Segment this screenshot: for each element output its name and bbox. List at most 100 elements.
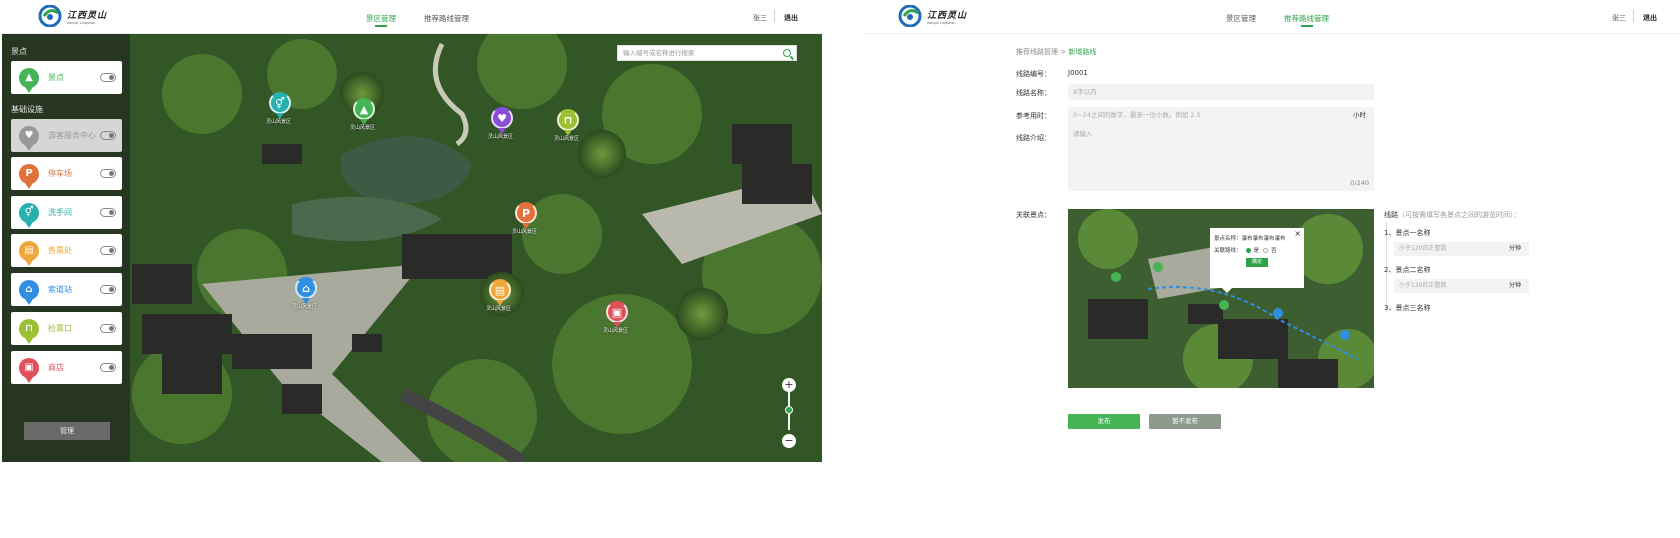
radio-yes[interactable]	[1245, 247, 1251, 253]
intro-placeholder: 请输入	[1073, 130, 1093, 138]
popup-name-value: 瀑布瀑布瀑布瀑布	[1241, 236, 1286, 242]
route-title-hint: （可按需填写各景点之间的游览时间）：	[1398, 211, 1521, 219]
route-spot-1: 1、景点一名称	[1384, 229, 1431, 237]
layer-toggle[interactable]	[100, 208, 116, 217]
map-pin-cableway[interactable]: ⌂	[295, 277, 317, 304]
ticket-office-icon: ▤	[19, 240, 39, 266]
layer-toggle[interactable]	[100, 285, 116, 294]
pin-label: 灵山风景区	[512, 229, 538, 235]
scenic-management-screen: 江西灵山 Jiangxi Lingshan 景区管理 推荐路线管理 张三 退出	[0, 0, 822, 462]
map-pin-ticket-office[interactable]: ▤	[489, 279, 511, 306]
brand-logo: 江西灵山 Jiangxi Lingshan	[898, 5, 967, 27]
main-nav: 景区管理 推荐路线管理	[366, 13, 497, 27]
layer-label: 景点	[48, 73, 64, 82]
layer-label: 检票口	[48, 324, 72, 333]
brand-logo: 江西灵山 Jiangxi Lingshan	[38, 5, 107, 27]
layer-item-parking[interactable]: P 停车场	[11, 157, 122, 190]
layer-toggle[interactable]	[100, 246, 116, 255]
radio-no-label: 否	[1271, 248, 1277, 254]
logo-icon	[38, 5, 62, 27]
top-bar: 江西灵山 Jiangxi Lingshan 景区管理 推荐路线管理 张三 退出	[862, 0, 1680, 34]
segment-time-placeholder: 小于120的正整数	[1399, 282, 1447, 289]
pin-label: 灵山风景区	[603, 328, 629, 334]
popup-close-icon[interactable]: ×	[1294, 229, 1301, 238]
parking-icon: P	[19, 163, 39, 189]
layer-label: 商店	[48, 363, 64, 372]
logout-button[interactable]: 退出	[784, 13, 798, 23]
layer-toggle[interactable]	[100, 73, 116, 82]
layer-toggle[interactable]	[100, 169, 116, 178]
zoom-in-button[interactable]: +	[782, 378, 796, 392]
breadcrumb: 推荐线路管理 > 新增路线	[1016, 47, 1096, 57]
map-pin-ticket-gate[interactable]: ⊓	[557, 109, 579, 136]
pin-label: 灵山风景区	[292, 304, 318, 310]
route-create-screen: 江西灵山 Jiangxi Lingshan 景区管理 推荐路线管理 张三 退出 …	[862, 0, 1680, 462]
scenic-map[interactable]: 景点 ▲ 景点 基础设施 ♥ 游客服务中心 P 停车场 ⚥ 洗手间 ▤ 售票处 …	[2, 34, 822, 462]
route-spot-2: 2、景点二名称	[1384, 266, 1431, 274]
popup-spot-name-row: 景点名称： 瀑布瀑布瀑布瀑布	[1214, 234, 1300, 242]
map-pin-restroom[interactable]: ⚥	[269, 92, 291, 119]
route-name-placeholder: 8字以内	[1073, 88, 1097, 96]
layer-item-ticket-gate[interactable]: ⊓ 检票口	[11, 312, 122, 345]
layer-label: 索道站	[48, 285, 72, 294]
layer-item-visitor-center[interactable]: ♥ 游客服务中心	[11, 119, 122, 152]
manage-button[interactable]: 管理	[24, 422, 110, 440]
logo-icon	[898, 5, 922, 27]
map-pin-shop[interactable]: ▣	[606, 301, 628, 328]
layer-label: 洗手间	[48, 208, 72, 217]
segment-time-unit: 分钟	[1508, 245, 1521, 252]
related-spots-map[interactable]: × 景点名称： 瀑布瀑布瀑布瀑布 关联路线： 是 否 确定	[1068, 209, 1374, 388]
duration-input[interactable]: 0~24之间的数字，最多一位小数。例如 2.5 小时	[1068, 107, 1374, 123]
layer-sidebar: 景点 ▲ 景点 基础设施 ♥ 游客服务中心 P 停车场 ⚥ 洗手间 ▤ 售票处 …	[2, 34, 130, 462]
duration-placeholder: 0~24之间的数字，最多一位小数。例如 2.5	[1073, 111, 1201, 119]
layer-item-cableway[interactable]: ⌂ 索道站	[11, 273, 122, 306]
zoom-out-button[interactable]: −	[782, 434, 796, 448]
segment-time-input-1[interactable]: 小于120的正整数 分钟	[1394, 242, 1529, 256]
popup-name-label: 景点名称：	[1214, 236, 1242, 242]
top-bar: 江西灵山 Jiangxi Lingshan 景区管理 推荐路线管理 张三 退出	[0, 0, 822, 34]
intro-label: 线路介绍：	[1016, 134, 1051, 142]
section-facility-title: 基础设施	[11, 105, 43, 114]
layer-item-shop[interactable]: ▣ 商店	[11, 351, 122, 384]
do-not-publish-button[interactable]: 暂不发布	[1149, 414, 1221, 429]
layer-label: 售票处	[48, 246, 72, 255]
zoom-control: + −	[782, 378, 796, 448]
pin-label: 灵山风景区	[554, 136, 580, 142]
brand-name: 江西灵山	[927, 10, 968, 21]
nav-route-management[interactable]: 推荐路线管理	[1284, 13, 1329, 27]
map-pin-parking[interactable]: P	[515, 202, 537, 229]
layer-item-scenic[interactable]: ▲ 景点	[11, 61, 122, 94]
pin-label: 灵山风景区	[266, 119, 292, 125]
route-name-label: 线路名称：	[1016, 89, 1051, 97]
popup-confirm-button[interactable]: 确定	[1246, 258, 1268, 267]
nav-scenic-management[interactable]: 景区管理	[1226, 13, 1256, 24]
map-search-input[interactable]: 输入编号或名称进行搜索	[617, 45, 797, 61]
intro-textarea[interactable]: 请输入 0/240	[1068, 123, 1374, 191]
search-icon[interactable]	[783, 49, 791, 57]
layer-toggle[interactable]	[100, 131, 116, 140]
layer-item-ticket-office[interactable]: ▤ 售票处	[11, 234, 122, 267]
segment-time-placeholder: 小于120的正整数	[1399, 245, 1447, 252]
duration-unit: 小时	[1353, 111, 1366, 119]
related-spots-label: 关联景点：	[1016, 211, 1051, 219]
publish-button[interactable]: 发布	[1068, 414, 1140, 429]
nav-scenic-management[interactable]: 景区管理	[366, 13, 396, 27]
radio-no[interactable]	[1263, 247, 1269, 253]
layer-toggle[interactable]	[100, 363, 116, 372]
shop-icon: ▣	[19, 357, 39, 383]
segment-time-input-2[interactable]: 小于120的正整数 分钟	[1394, 279, 1529, 293]
map-pin-scenic[interactable]: ▲	[353, 98, 375, 125]
zoom-slider-handle[interactable]	[785, 406, 793, 414]
route-name-input[interactable]: 8字以内	[1068, 84, 1374, 100]
intro-char-count: 0/240	[1350, 179, 1369, 187]
map-pin-visitor-center[interactable]: ♥	[491, 107, 513, 134]
layer-toggle[interactable]	[100, 324, 116, 333]
layer-item-restroom[interactable]: ⚥ 洗手间	[11, 196, 122, 229]
nav-route-management[interactable]: 推荐路线管理	[424, 13, 469, 24]
pin-label: 灵山风景区	[486, 306, 512, 312]
logout-button[interactable]: 退出	[1643, 13, 1657, 23]
user-name[interactable]: 张三	[753, 13, 767, 23]
visitor-center-icon: ♥	[19, 125, 39, 151]
user-name[interactable]: 张三	[1612, 13, 1626, 23]
breadcrumb-parent[interactable]: 推荐线路管理	[1016, 48, 1058, 56]
